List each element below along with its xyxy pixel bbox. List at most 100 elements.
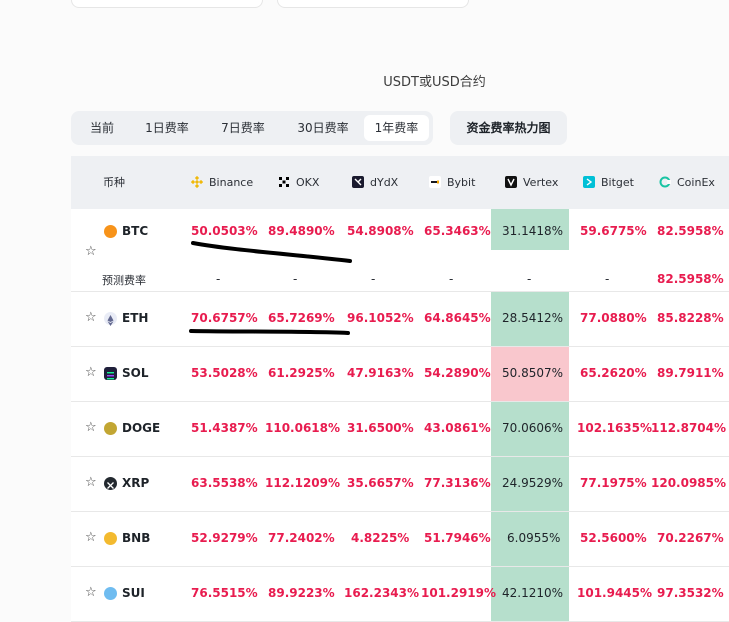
col-okx[interactable]: OKX	[278, 156, 319, 209]
rate-coinex: 85.8228%	[657, 311, 724, 325]
xrp-coin-icon	[104, 477, 117, 490]
coin-symbol[interactable]: BNB	[122, 531, 150, 545]
coin-symbol[interactable]: ETH	[122, 311, 148, 325]
top-input-right[interactable]	[277, 0, 469, 8]
favorite-star-icon[interactable]: ☆	[85, 530, 97, 545]
rate-bitget: 59.6775%	[580, 224, 647, 238]
favorite-star-icon[interactable]: ☆	[85, 420, 97, 435]
bybit-label: Bybit	[447, 176, 476, 189]
rate-coinex: 97.3532%	[657, 586, 724, 600]
rate-vertex: 24.9529%	[502, 476, 564, 490]
eth-coin-icon	[104, 312, 117, 326]
rate-vertex: 70.0606%	[502, 421, 564, 435]
rate-dydx: 162.2343%	[344, 586, 420, 600]
table-row: ☆ DOGE 51.4387% 110.0618% 31.6500% 43.08…	[71, 402, 729, 457]
col-coinex[interactable]: CoinEx	[659, 156, 715, 209]
bitget-label: Bitget	[601, 176, 634, 189]
rate-binance: 50.0503%	[191, 224, 258, 238]
vertex-label: Vertex	[523, 176, 559, 189]
okx-icon	[279, 177, 289, 187]
rate-bybit: 101.2919%	[421, 586, 497, 600]
coinex-icon	[659, 176, 671, 188]
col-coin: 币种	[103, 176, 125, 189]
rate-bitget: 52.5600%	[580, 531, 647, 545]
col-binance[interactable]: Binance	[191, 156, 253, 209]
period-tabs: 当前 1日费率 7日费率 30日费率 1年费率	[71, 111, 433, 145]
rate-bybit: 54.2890%	[424, 366, 491, 380]
coin-symbol[interactable]: DOGE	[122, 421, 160, 435]
rate-bitget: 65.2620%	[580, 366, 647, 380]
coin-symbol[interactable]: SUI	[122, 586, 145, 600]
pred-bybit: -	[449, 272, 454, 286]
rate-okx: 110.0618%	[265, 421, 341, 435]
rate-bybit: 51.7946%	[424, 531, 491, 545]
favorite-star-icon[interactable]: ☆	[85, 585, 97, 600]
rate-okx: 89.4890%	[268, 224, 335, 238]
table-row: ☆ SUI 76.5515% 89.9223% 162.2343% 101.29…	[71, 567, 729, 622]
table-row: ☆ BNB 52.9279% 77.2402% 4.8225% 51.7946%…	[71, 512, 729, 567]
table-row: ☆ XRP 63.5538% 112.1209% 35.6657% 77.313…	[71, 457, 729, 512]
coin-symbol[interactable]: BTC	[122, 224, 148, 238]
favorite-star-icon[interactable]: ☆	[85, 475, 97, 490]
col-dydx[interactable]: dYdX	[352, 156, 398, 209]
rate-okx: 77.2402%	[268, 531, 335, 545]
rate-bitget: 77.1975%	[580, 476, 647, 490]
heatmap-button[interactable]: 资金费率热力图	[450, 111, 567, 145]
col-bybit[interactable]: Bybit	[429, 156, 475, 209]
rate-vertex: 31.1418%	[502, 224, 564, 238]
rate-dydx: 47.9163%	[347, 366, 414, 380]
rate-coinex: 120.0985%	[651, 476, 727, 490]
pred-vertex: -	[527, 272, 532, 286]
sui-coin-icon	[104, 587, 117, 600]
tab-1d[interactable]: 1日费率	[134, 115, 200, 141]
tab-current[interactable]: 当前	[79, 115, 125, 141]
top-input-left[interactable]	[71, 0, 263, 8]
dydx-label: dYdX	[370, 176, 399, 189]
table-row: ☆ SOL 53.5028% 61.2925% 47.9163% 54.2890…	[71, 347, 729, 402]
coin-symbol[interactable]: XRP	[122, 476, 149, 490]
okx-label: OKX	[296, 176, 320, 189]
rate-bybit: 43.0861%	[424, 421, 491, 435]
favorite-star-icon[interactable]: ☆	[85, 244, 97, 259]
rate-binance: 63.5538%	[191, 476, 258, 490]
pred-dydx: -	[371, 272, 376, 286]
rate-okx: 65.7269%	[268, 311, 335, 325]
tab-7d[interactable]: 7日费率	[210, 115, 276, 141]
predicted-rate-label: 预测费率	[102, 274, 146, 287]
page-title: USDT或USD合约	[383, 75, 486, 90]
favorite-star-icon[interactable]: ☆	[85, 365, 97, 380]
pred-coinex: 82.5958%	[657, 272, 724, 286]
table-header: 币种 Binance OKX dYdX Bybit Vertex Bitget …	[71, 156, 729, 209]
col-vertex[interactable]: Vertex	[505, 156, 558, 209]
rate-okx: 89.9223%	[268, 586, 335, 600]
doge-coin-icon	[104, 422, 117, 435]
favorite-star-icon[interactable]: ☆	[85, 310, 97, 325]
tab-1y[interactable]: 1年费率	[364, 115, 429, 141]
coin-symbol[interactable]: SOL	[122, 366, 149, 380]
rate-vertex: 6.0955%	[507, 531, 561, 545]
btc-coin-icon	[104, 225, 117, 238]
rate-coinex: 89.7911%	[657, 366, 724, 380]
rate-coinex: 82.5958%	[657, 224, 724, 238]
rate-bitget: 102.1635%	[577, 421, 653, 435]
binance-icon	[191, 176, 203, 188]
rate-okx: 61.2925%	[268, 366, 335, 380]
rate-dydx: 96.1052%	[347, 311, 414, 325]
rate-dydx: 54.8908%	[347, 224, 414, 238]
tab-30d[interactable]: 30日费率	[285, 115, 361, 141]
rate-binance: 51.4387%	[191, 421, 258, 435]
bitget-icon	[583, 176, 595, 188]
rate-coinex: 70.2267%	[657, 531, 724, 545]
rate-binance: 76.5515%	[191, 586, 258, 600]
vertex-icon	[505, 176, 517, 188]
rate-vertex: 50.8507%	[502, 366, 564, 380]
bnb-coin-icon	[104, 532, 117, 545]
dydx-icon	[352, 176, 364, 188]
rate-binance: 53.5028%	[191, 366, 258, 380]
pred-binance: -	[216, 272, 221, 286]
rate-bybit: 64.8645%	[424, 311, 491, 325]
rate-vertex: 28.5412%	[502, 311, 564, 325]
rate-bybit: 77.3136%	[424, 476, 491, 490]
pred-bitget: -	[605, 272, 610, 286]
col-bitget[interactable]: Bitget	[583, 156, 634, 209]
